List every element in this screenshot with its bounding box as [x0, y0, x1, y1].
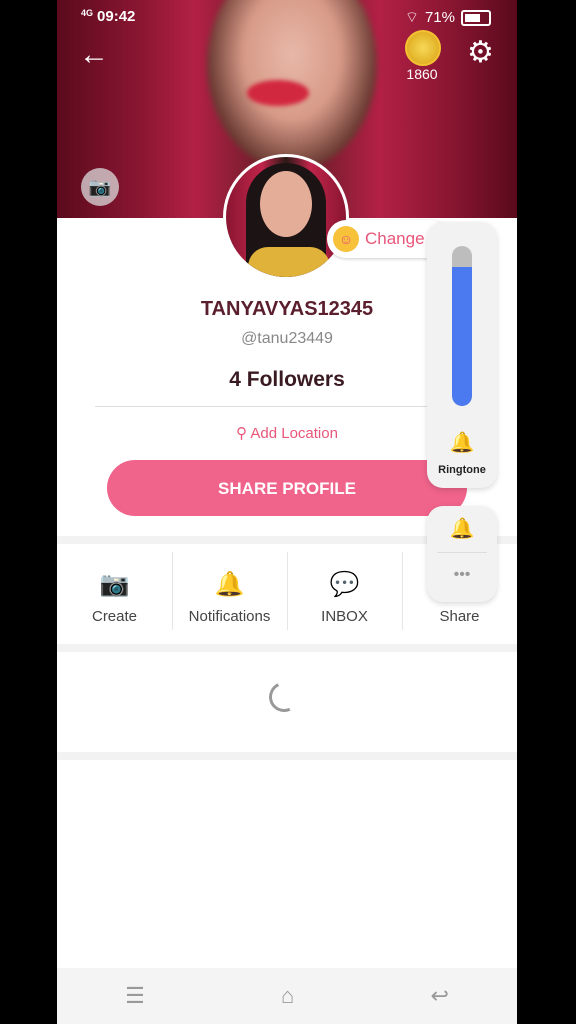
change-cover-camera-icon[interactable]: 📷	[81, 168, 119, 206]
divider	[95, 406, 475, 407]
settings-gear-icon[interactable]: ⚙	[467, 38, 494, 68]
loading-spinner-icon	[264, 677, 304, 717]
chat-icon: 💬	[329, 571, 360, 598]
network-label: 4G	[81, 8, 94, 18]
emoji-icon: ☺	[333, 226, 359, 252]
more-options-icon[interactable]: •••	[427, 566, 497, 584]
profile-screen: 4G 09:42 ⌔ 71% ← 1860 ⚙ 📷 ☺ Change TANYAV…	[57, 0, 517, 1024]
share-profile-button[interactable]: SHARE PROFILE	[107, 460, 467, 516]
status-bar: 4G 09:42 ⌔ 71%	[57, 0, 517, 34]
coin-count: 1860	[406, 66, 438, 82]
location-pin-icon: ⚲	[236, 425, 248, 442]
ringtone-label: Ringtone	[438, 464, 486, 476]
home-icon[interactable]: ⌂	[281, 983, 294, 1009]
coin-icon[interactable]	[405, 30, 441, 66]
change-label: Change	[365, 229, 425, 248]
back-arrow-icon[interactable]: ←	[79, 40, 109, 70]
bell-mode-icon[interactable]: 🔔	[427, 516, 497, 541]
bell-icon: 🔔	[214, 571, 245, 598]
inbox-label: INBOX	[321, 608, 368, 625]
cover-lips	[247, 80, 309, 106]
add-location-label: Add Location	[250, 425, 338, 442]
battery-percent: 71%	[424, 9, 455, 26]
section-separator	[57, 644, 517, 652]
avatar[interactable]	[223, 154, 349, 280]
volume-panel: 🔔 Ringtone	[427, 222, 497, 488]
notifications-label: Notifications	[188, 608, 271, 625]
notifications-action[interactable]: 🔔 Notifications	[172, 552, 287, 634]
volume-panel-secondary: 🔔 •••	[427, 506, 497, 602]
ringtone-bell-icon[interactable]: 🔔	[427, 430, 497, 455]
system-nav-bar: ☰ ⌂ ↩	[57, 968, 517, 1024]
share-label: Share	[439, 608, 480, 625]
status-time: 09:42	[97, 8, 136, 25]
section-separator	[57, 752, 517, 760]
create-label: Create	[91, 608, 138, 625]
volume-slider-fill	[452, 266, 472, 406]
create-action[interactable]: 📷 Create	[57, 552, 172, 634]
volume-slider[interactable]	[452, 246, 472, 406]
camera-icon: 📷	[99, 571, 130, 598]
inbox-action[interactable]: 💬 INBOX	[287, 552, 402, 634]
battery-icon	[461, 9, 491, 26]
back-icon[interactable]: ↩	[430, 983, 448, 1009]
menu-icon[interactable]: ☰	[125, 983, 145, 1009]
wifi-icon: ⌔	[404, 9, 419, 26]
